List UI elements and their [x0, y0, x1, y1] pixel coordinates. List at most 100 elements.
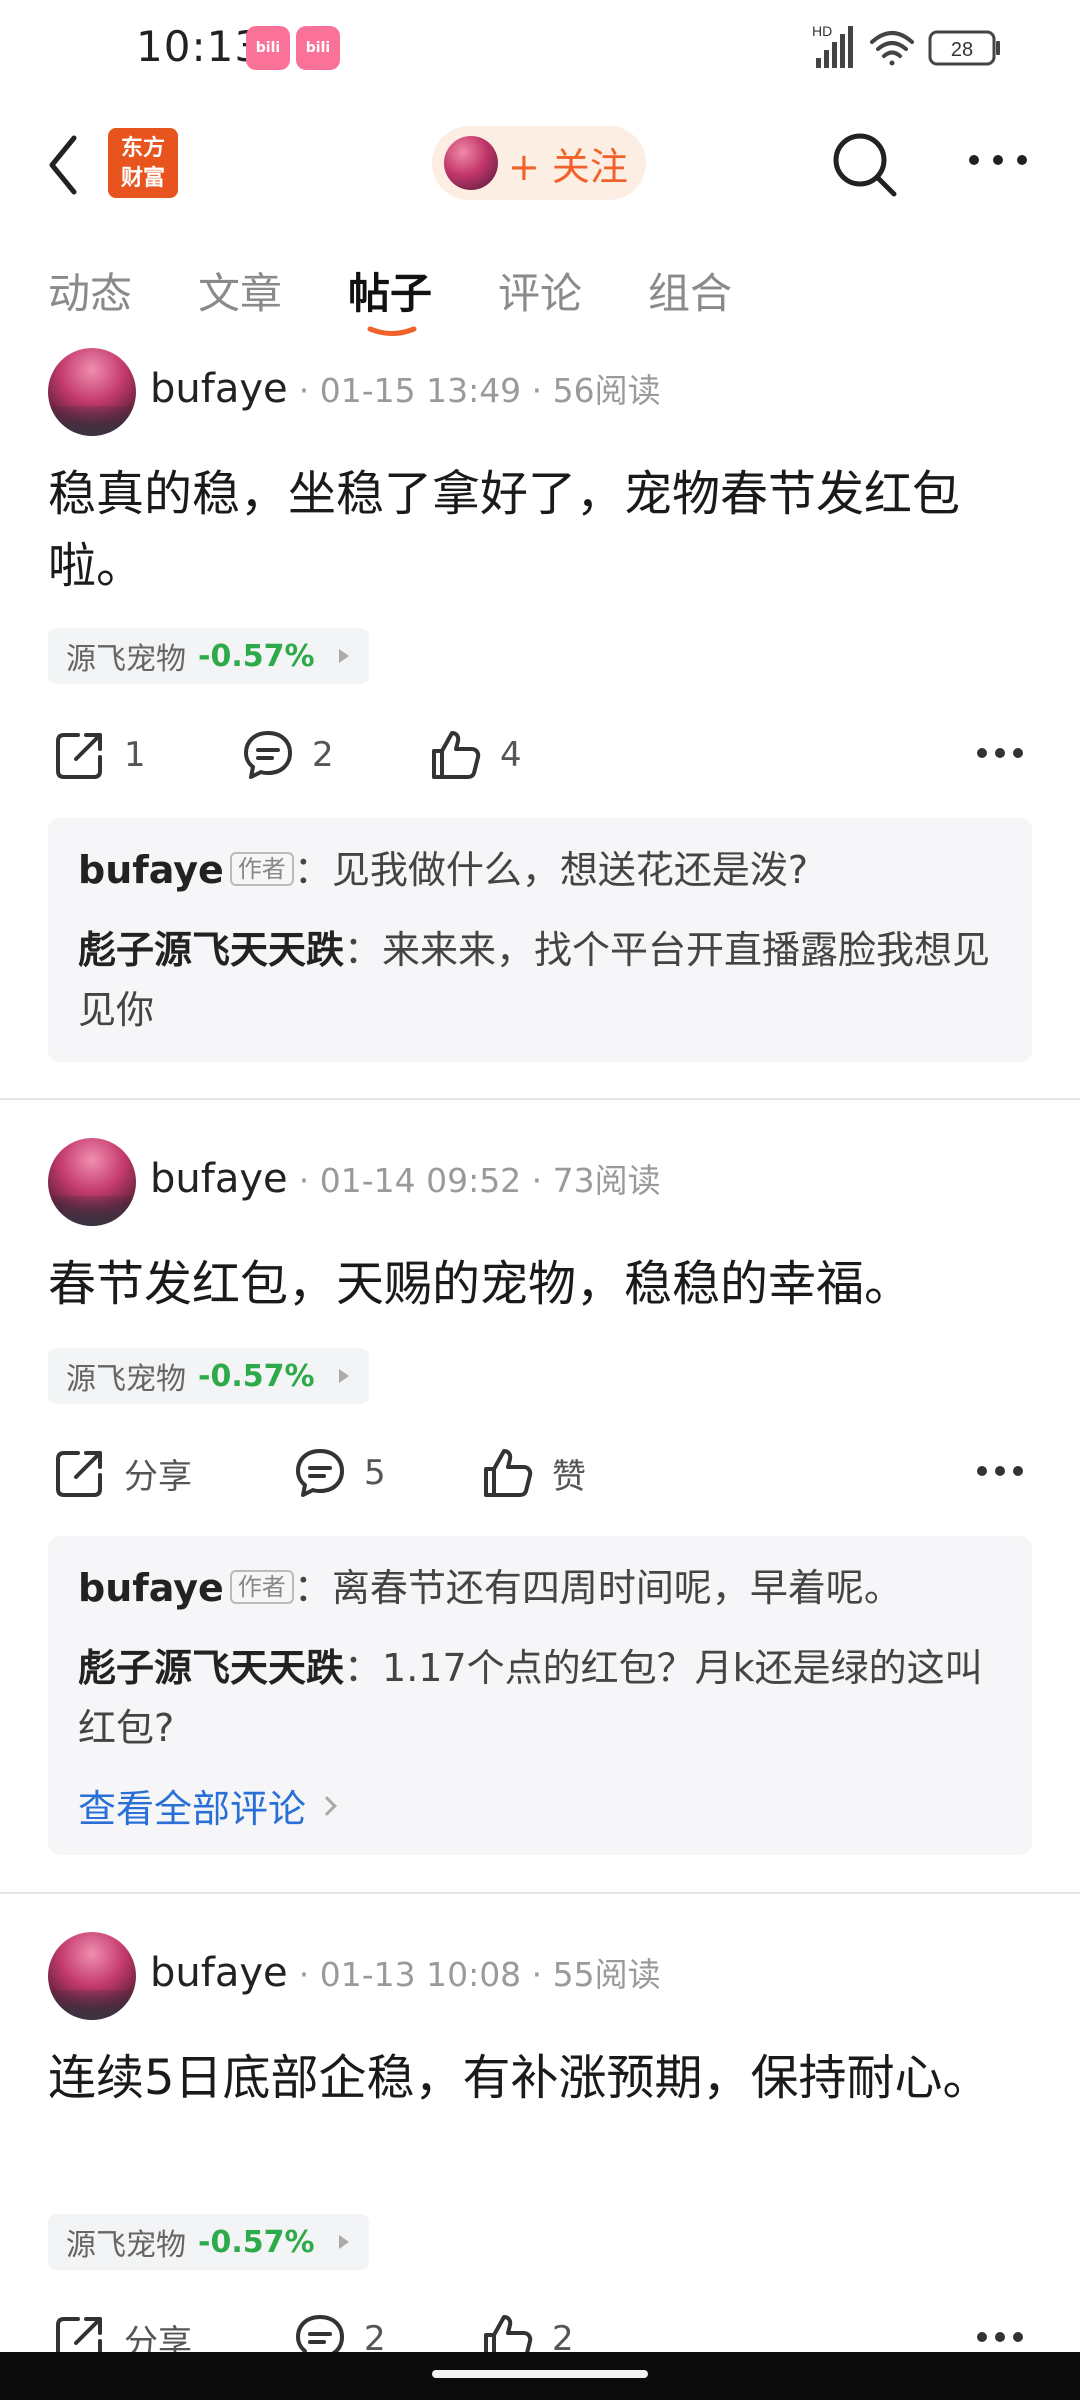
avatar[interactable] — [48, 1932, 136, 2020]
username[interactable]: bufaye — [150, 1156, 288, 1202]
like-count: 4 — [500, 735, 522, 775]
share-icon — [56, 733, 102, 779]
battery-level: 28 — [951, 39, 973, 61]
comment-button[interactable]: 2 — [240, 720, 334, 790]
comment-separator: ： — [293, 848, 332, 892]
network-type-label: HD — [812, 23, 832, 39]
like-button[interactable]: 赞 — [480, 1438, 586, 1508]
share-icon — [56, 1451, 102, 1497]
comment-button[interactable]: 5 — [292, 1438, 386, 1508]
wifi-icon — [870, 31, 914, 66]
post-time-reads: · 01-15 13:49 · 56阅读 — [298, 371, 661, 410]
comment-separator: ： — [293, 1566, 332, 1610]
stock-name: 源飞宠物 — [66, 1362, 186, 1397]
thumbs-up-icon — [432, 731, 481, 779]
share-count: 1 — [124, 735, 146, 775]
post-actions: 分享 5 赞 — [0, 1438, 1080, 1508]
username[interactable]: bufaye — [150, 1950, 288, 1996]
share-button[interactable]: 1 — [52, 720, 146, 790]
post-actions: 1 2 4 — [0, 720, 1080, 790]
user-avatar — [444, 136, 498, 190]
chevron-right-icon — [338, 1369, 349, 1383]
battery-icon: 28 — [928, 30, 1000, 66]
app-logo: 东方 财富 — [108, 128, 178, 198]
post-content[interactable]: 稳真的稳，坐稳了拿好了，宠物春节发红包啦。 — [48, 458, 1038, 602]
tab-pinglun[interactable]: 评论 — [498, 260, 582, 321]
stock-change: -0.57% — [198, 1358, 315, 1394]
profile-tabs: 动态 文章 帖子 评论 组合 — [0, 250, 1080, 340]
post-meta: bufaye · 01-13 10:08 · 55阅读 — [150, 1948, 661, 1996]
post-time-reads: · 01-13 10:08 · 55阅读 — [298, 1955, 661, 1994]
more-options-icon[interactable] — [966, 145, 1030, 175]
post-more-icon[interactable] — [976, 1464, 1024, 1478]
divider — [0, 1098, 1080, 1100]
tab-zuhe[interactable]: 组合 — [648, 260, 732, 321]
author-badge: 作者 — [229, 1570, 294, 1604]
tab-dongtai[interactable]: 动态 — [48, 260, 132, 321]
avatar[interactable] — [48, 1138, 136, 1226]
comment-icon — [296, 1449, 344, 1497]
tab-tiezi[interactable]: 帖子 — [348, 260, 432, 321]
bilibili-notification-icon: bili — [246, 26, 290, 70]
view-all-label: 查看全部评论 — [78, 1787, 307, 1831]
chevron-right-icon — [317, 1795, 337, 1816]
chevron-right-icon — [338, 2235, 349, 2249]
status-icons: HD 28 — [812, 23, 1000, 68]
post-content[interactable]: 连续5日底部企稳，有补涨预期，保持耐心。 — [48, 2042, 1038, 2114]
username[interactable]: bufaye — [150, 366, 288, 412]
post-more-icon[interactable] — [976, 2330, 1024, 2344]
comment-item[interactable]: bufaye 作者 ：离春节还有四周时间呢，早着呢。 — [78, 1558, 1002, 1618]
follow-button[interactable]: + 关注 — [432, 126, 646, 200]
logo-text-line1: 东方 — [120, 136, 165, 161]
stock-tag[interactable]: 源飞宠物 -0.57% — [48, 1348, 369, 1404]
comment-username[interactable]: bufaye — [78, 848, 224, 892]
comment-separator: ： — [344, 1646, 383, 1690]
comment-username[interactable]: bufaye — [78, 1566, 224, 1610]
author-badge: 作者 — [229, 852, 294, 886]
post-content[interactable]: 春节发红包，天赐的宠物，稳稳的幸福。 — [48, 1248, 1038, 1320]
status-time: 10:13 — [136, 22, 263, 71]
comment-count: 2 — [312, 735, 334, 775]
like-button[interactable]: 4 — [428, 720, 522, 790]
like-label: 赞 — [552, 1456, 586, 1497]
comment-text: 见我做什么，想送花还是泼? — [331, 848, 808, 892]
active-tab-indicator — [367, 326, 417, 336]
comment-username[interactable]: 彪子源飞天天跌 — [78, 928, 344, 972]
share-label: 分享 — [124, 1456, 192, 1497]
comment-count: 5 — [364, 1453, 386, 1493]
stock-name: 源飞宠物 — [66, 2228, 186, 2263]
logo-text-line2: 财富 — [120, 166, 165, 191]
comment-username[interactable]: 彪子源飞天天跌 — [78, 1646, 344, 1690]
post-more-icon[interactable] — [976, 746, 1024, 760]
stock-change: -0.57% — [198, 638, 315, 674]
share-button[interactable]: 分享 — [52, 1438, 192, 1508]
comment-item[interactable]: 彪子源飞天天跌：1.17个点的红包？月k还是绿的这叫红包? — [78, 1638, 1002, 1758]
bilibili-notification-icon: bili — [296, 26, 340, 70]
avatar[interactable] — [48, 348, 136, 436]
divider — [0, 1892, 1080, 1894]
status-bar: 10:13 bili bili HD 28 — [0, 0, 1080, 100]
comment-item[interactable]: bufaye 作者 ：见我做什么，想送花还是泼? — [78, 840, 1002, 900]
chevron-right-icon — [338, 649, 349, 663]
comments-preview[interactable]: bufaye 作者 ：离春节还有四周时间呢，早着呢。 彪子源飞天天跌：1.17个点的… — [48, 1536, 1032, 1855]
search-icon[interactable] — [830, 130, 900, 200]
comment-text: 离春节还有四周时间呢，早着呢。 — [331, 1566, 902, 1610]
post-time-reads: · 01-14 09:52 · 73阅读 — [298, 1161, 661, 1200]
stock-name: 源飞宠物 — [66, 642, 186, 677]
home-indicator[interactable] — [432, 2370, 648, 2378]
thumbs-up-icon — [484, 1449, 533, 1497]
view-all-comments-link[interactable]: 查看全部评论 — [78, 1778, 1002, 1833]
post-meta: bufaye · 01-15 13:49 · 56阅读 — [150, 364, 661, 412]
stock-tag[interactable]: 源飞宠物 -0.57% — [48, 2214, 369, 2270]
comment-item[interactable]: 彪子源飞天天跌：来来来，找个平台开直播露脸我想见见你 — [78, 920, 1002, 1040]
comment-separator: ： — [344, 928, 383, 972]
comments-preview[interactable]: bufaye 作者 ：见我做什么，想送花还是泼? 彪子源飞天天跌：来来来，找个平台开… — [48, 818, 1032, 1062]
stock-tag[interactable]: 源飞宠物 -0.57% — [48, 628, 369, 684]
tab-wenzhang[interactable]: 文章 — [198, 260, 282, 321]
comment-icon — [244, 731, 292, 779]
system-nav-bar — [0, 2352, 1080, 2400]
post-meta: bufaye · 01-14 09:52 · 73阅读 — [150, 1154, 661, 1202]
back-arrow-icon[interactable] — [40, 130, 90, 200]
follow-label: + 关注 — [508, 144, 628, 189]
stock-change: -0.57% — [198, 2224, 315, 2260]
